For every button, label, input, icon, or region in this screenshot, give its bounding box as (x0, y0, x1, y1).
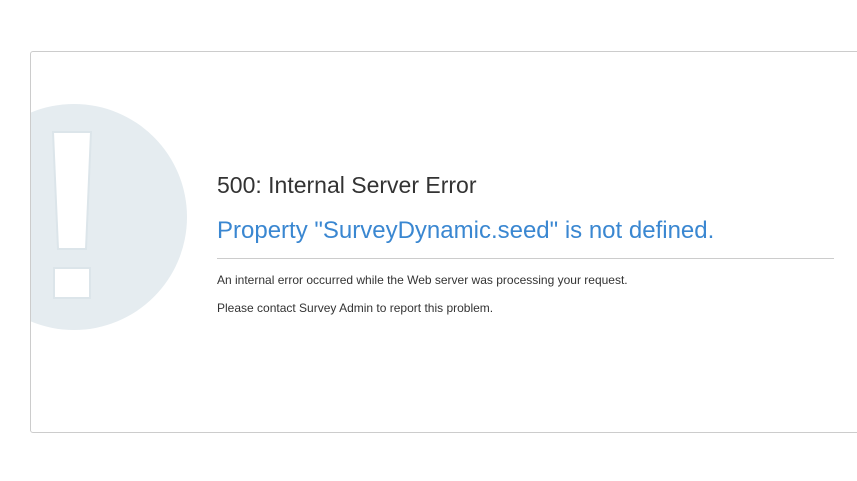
exclamation-mark-icon (31, 104, 187, 330)
error-content: 500: Internal Server Error Property "Sur… (217, 170, 834, 316)
error-panel: 500: Internal Server Error Property "Sur… (30, 51, 857, 433)
error-detail-description: An internal error occurred while the Web… (217, 273, 628, 287)
error-message: Property "SurveyDynamic.seed" is not def… (217, 217, 715, 244)
divider (217, 258, 834, 259)
error-detail-contact: Please contact Survey Admin to report th… (217, 301, 494, 315)
error-code-title: 500: Internal Server Error (217, 172, 477, 198)
exclamation-mark-svg (51, 131, 93, 299)
